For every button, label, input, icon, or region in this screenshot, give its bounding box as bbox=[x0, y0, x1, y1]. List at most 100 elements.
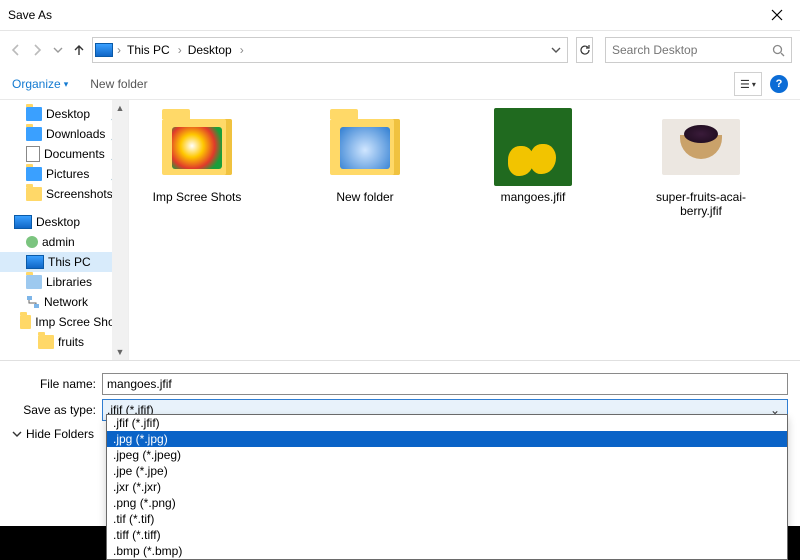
file-item-acai[interactable]: super-fruits-acai-berry.jfif bbox=[645, 108, 757, 218]
forward-button[interactable] bbox=[29, 38, 44, 62]
file-item-folder-new[interactable]: New folder bbox=[309, 108, 421, 218]
tree-downloads[interactable]: Downloads📌 bbox=[0, 124, 128, 144]
network-icon bbox=[26, 295, 40, 309]
nav-tree: Desktop📌 Downloads📌 Documents📌 Pictures📌… bbox=[0, 100, 129, 360]
crumb-desktop[interactable]: Desktop bbox=[184, 39, 238, 61]
chevron-down-icon: ▾ bbox=[64, 79, 69, 90]
help-icon: ? bbox=[776, 78, 783, 90]
filename-input[interactable] bbox=[102, 373, 788, 395]
filetype-option[interactable]: .jfif (*.jfif) bbox=[107, 415, 787, 431]
chevron-down-icon bbox=[53, 45, 63, 55]
folder-icon bbox=[326, 108, 404, 186]
close-icon bbox=[771, 9, 783, 21]
address-bar[interactable]: › This PC › Desktop › bbox=[92, 37, 568, 63]
search-icon bbox=[769, 44, 787, 57]
new-folder-label: New folder bbox=[90, 77, 147, 91]
tree-label: Desktop bbox=[46, 107, 90, 121]
file-item-mangoes[interactable]: mangoes.jfif bbox=[477, 108, 589, 218]
up-icon bbox=[72, 43, 86, 57]
chevron-down-icon: ▾ bbox=[752, 80, 756, 89]
filetype-option[interactable]: .png (*.png) bbox=[107, 495, 787, 511]
filetype-option[interactable]: .tif (*.tif) bbox=[107, 511, 787, 527]
close-button[interactable] bbox=[754, 0, 800, 30]
tree-scrollbar[interactable]: ▲ ▼ bbox=[112, 100, 128, 360]
tree-desktop-root[interactable]: Desktop bbox=[0, 212, 128, 232]
filetype-dropdown-list: .jfif (*.jfif).jpg (*.jpg).jpeg (*.jpeg)… bbox=[106, 414, 788, 560]
tree-label: Pictures bbox=[46, 167, 89, 181]
scroll-up-icon[interactable]: ▲ bbox=[112, 100, 128, 116]
tree-label: Imp Scree Shots bbox=[35, 315, 124, 329]
organize-label: Organize bbox=[12, 77, 61, 91]
filetype-option[interactable]: .bmp (*.bmp) bbox=[107, 543, 787, 559]
view-icon: ☰ bbox=[740, 78, 750, 91]
document-icon bbox=[26, 146, 40, 162]
tree-network[interactable]: Network bbox=[0, 292, 128, 312]
body: Desktop📌 Downloads📌 Documents📌 Pictures📌… bbox=[0, 100, 800, 360]
filetype-option[interactable]: .jpeg (*.jpeg) bbox=[107, 447, 787, 463]
save-as-dialog: Save As › This PC › Desktop › Organize ▾… bbox=[0, 0, 800, 526]
tree-libraries[interactable]: Libraries bbox=[0, 272, 128, 292]
filename-label: File name: bbox=[12, 377, 96, 391]
file-item-folder-imp[interactable]: Imp Scree Shots bbox=[141, 108, 253, 218]
crumb-label: Desktop bbox=[188, 43, 232, 57]
search-input[interactable] bbox=[610, 42, 769, 58]
help-button[interactable]: ? bbox=[770, 75, 788, 93]
recent-button[interactable] bbox=[50, 38, 65, 62]
monitor-icon bbox=[14, 215, 32, 229]
new-folder-button[interactable]: New folder bbox=[90, 77, 147, 91]
folder-icon bbox=[26, 167, 42, 181]
crumb-thispc[interactable]: This PC bbox=[123, 39, 176, 61]
up-button[interactable] bbox=[71, 38, 86, 62]
tree-label: This PC bbox=[48, 255, 91, 269]
chevron-right-icon: › bbox=[176, 43, 184, 57]
folder-icon bbox=[26, 127, 42, 141]
chevron-right-icon: › bbox=[115, 43, 123, 57]
tree-pictures[interactable]: Pictures📌 bbox=[0, 164, 128, 184]
tree-admin[interactable]: admin bbox=[0, 232, 128, 252]
file-pane[interactable]: Imp Scree Shots New folder mangoes.jfif … bbox=[129, 100, 800, 360]
chevron-down-icon bbox=[551, 45, 561, 55]
window-title: Save As bbox=[8, 8, 52, 22]
tree-thispc[interactable]: This PC bbox=[0, 252, 128, 272]
filetype-label: Save as type: bbox=[12, 403, 96, 417]
folder-icon bbox=[20, 315, 31, 329]
hide-folders-label: Hide Folders bbox=[26, 427, 94, 441]
folder-icon bbox=[158, 108, 236, 186]
back-button[interactable] bbox=[8, 38, 23, 62]
scroll-down-icon[interactable]: ▼ bbox=[112, 344, 128, 360]
tree-fruits[interactable]: fruits bbox=[0, 332, 128, 352]
forward-icon bbox=[30, 43, 44, 57]
view-button[interactable]: ☰▾ bbox=[734, 72, 762, 96]
tree-label: admin bbox=[42, 235, 75, 249]
filetype-option[interactable]: .tiff (*.tiff) bbox=[107, 527, 787, 543]
user-icon bbox=[26, 236, 38, 248]
tree-screenshots[interactable]: Screenshots bbox=[0, 184, 128, 204]
refresh-button[interactable] bbox=[576, 37, 593, 63]
chevron-down-icon bbox=[12, 429, 22, 439]
file-label: Imp Scree Shots bbox=[153, 190, 242, 204]
filetype-option[interactable]: .jpg (*.jpg) bbox=[107, 431, 787, 447]
refresh-icon bbox=[578, 43, 592, 57]
folder-icon bbox=[26, 187, 42, 201]
tree-label: Documents bbox=[44, 147, 105, 161]
back-icon bbox=[9, 43, 23, 57]
tree-label: Downloads bbox=[46, 127, 105, 141]
tree-label: Screenshots bbox=[46, 187, 113, 201]
address-dropdown[interactable] bbox=[545, 39, 567, 61]
tree-impscree[interactable]: Imp Scree Shots bbox=[0, 312, 128, 332]
filetype-option[interactable]: .jpe (*.jpe) bbox=[107, 463, 787, 479]
filetype-option[interactable]: .jxr (*.jxr) bbox=[107, 479, 787, 495]
folder-icon bbox=[26, 107, 42, 121]
file-label: super-fruits-acai-berry.jfif bbox=[645, 190, 757, 218]
file-label: New folder bbox=[336, 190, 393, 204]
tree-label: Network bbox=[44, 295, 88, 309]
tree-desktop[interactable]: Desktop📌 bbox=[0, 104, 128, 124]
organize-button[interactable]: Organize ▾ bbox=[12, 77, 68, 91]
file-label: mangoes.jfif bbox=[501, 190, 566, 204]
tree-label: Libraries bbox=[46, 275, 92, 289]
search-box[interactable] bbox=[605, 37, 792, 63]
image-thumbnail bbox=[494, 108, 572, 186]
scroll-track[interactable] bbox=[112, 116, 128, 344]
tree-documents[interactable]: Documents📌 bbox=[0, 144, 128, 164]
tree-label: Desktop bbox=[36, 215, 80, 229]
